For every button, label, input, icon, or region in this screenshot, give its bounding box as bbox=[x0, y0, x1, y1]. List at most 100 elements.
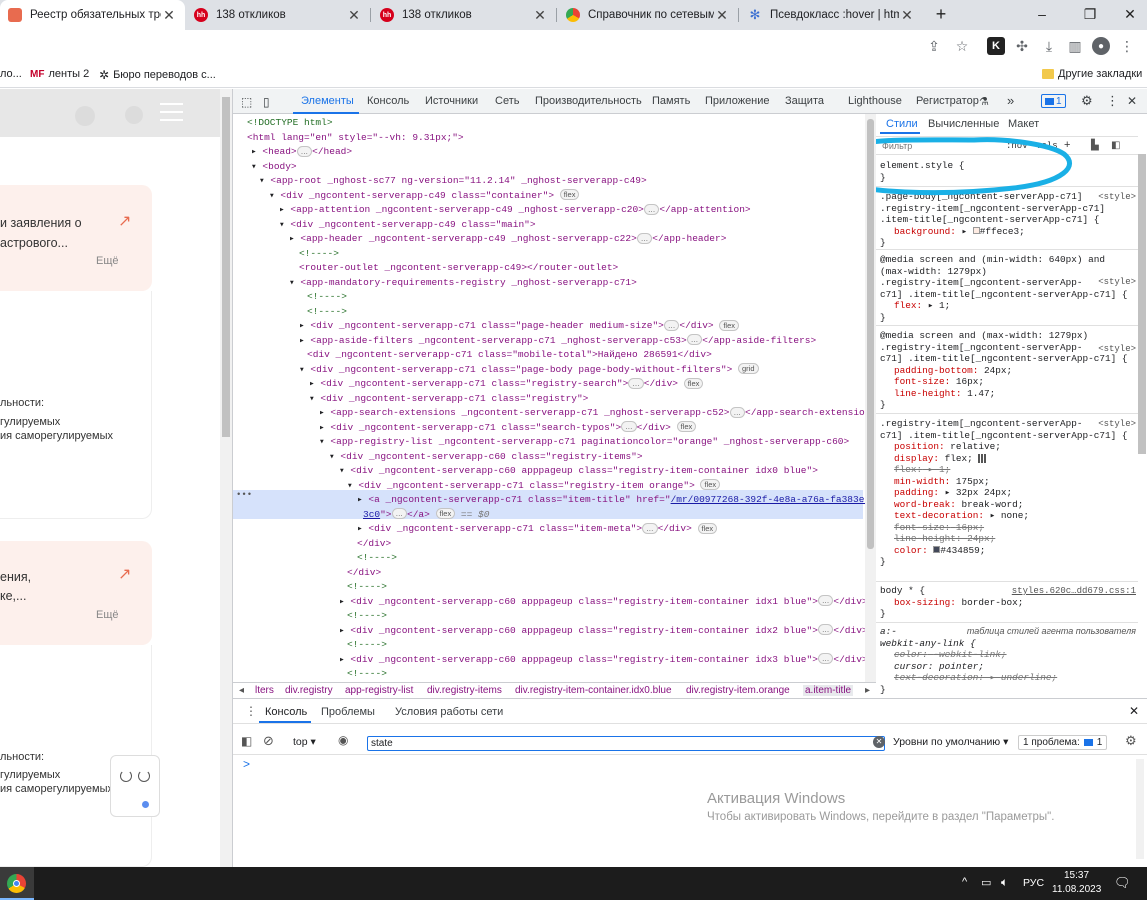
dom-node[interactable]: <div _ngcontent-serverapp-c49 class="mai… bbox=[290, 219, 535, 230]
css-value[interactable]: 16px; bbox=[956, 522, 984, 533]
drawer-tab-console[interactable]: Консоль bbox=[265, 706, 307, 718]
more-tabs-icon[interactable]: » bbox=[1007, 93, 1014, 108]
tab-elements[interactable]: Элементы bbox=[301, 95, 354, 107]
css-property[interactable]: min-width: bbox=[894, 476, 950, 487]
css-value[interactable]: 1.47; bbox=[967, 388, 995, 399]
volume-icon[interactable]: 🔈︎ bbox=[1001, 875, 1008, 890]
breadcrumb-item[interactable]: div.registry bbox=[285, 685, 333, 696]
dom-node[interactable]: <div _ngcontent-serverapp-c60 apppageup … bbox=[350, 625, 817, 636]
flex-badge[interactable]: flex bbox=[559, 189, 580, 201]
tab-network-reference[interactable]: Справочник по сетевым фу ✕ bbox=[558, 0, 738, 30]
extension-k-icon[interactable]: K bbox=[987, 37, 1005, 55]
close-window-button[interactable]: ✕ bbox=[1118, 4, 1142, 24]
css-property[interactable]: text-decoration: bbox=[894, 510, 984, 521]
restore-button[interactable]: ❐ bbox=[1078, 4, 1102, 24]
bookmark-item[interactable]: MF ленты 2 bbox=[30, 68, 89, 80]
input-language[interactable]: РУС bbox=[1023, 877, 1044, 889]
ellipsis-badge[interactable]: … bbox=[686, 334, 703, 346]
flex-badge[interactable]: flex bbox=[697, 522, 718, 534]
href-link[interactable]: 3c0 bbox=[363, 509, 380, 520]
device-toolbar-icon[interactable]: ▯ bbox=[263, 95, 270, 109]
side-panel-icon[interactable]: ▥ bbox=[1066, 37, 1084, 55]
dom-node[interactable]: <div _ngcontent-serverapp-c71 class="mob… bbox=[307, 349, 712, 360]
css-value[interactable]: #434859; bbox=[940, 545, 985, 556]
node-actions-ellipsis[interactable]: ••• bbox=[236, 490, 252, 500]
breadcrumb-item[interactable]: div.registry-item-container.idx0.blue bbox=[515, 685, 672, 696]
dom-comment[interactable]: <!----> bbox=[307, 291, 347, 302]
drawer-tab-network-conditions[interactable]: Условия работы сети bbox=[395, 706, 503, 718]
drawer-menu-icon[interactable]: ⋮ bbox=[245, 704, 257, 718]
devtools-menu-icon[interactable]: ⋮ bbox=[1106, 93, 1119, 109]
close-devtools-icon[interactable]: ✕ bbox=[1127, 94, 1137, 108]
issues-badge[interactable]: 1 bbox=[1041, 94, 1066, 108]
hamburger-menu-icon[interactable] bbox=[160, 103, 183, 105]
css-value[interactable]: pointer; bbox=[939, 661, 984, 672]
flex-badge[interactable]: flex bbox=[683, 377, 704, 389]
close-icon[interactable]: ✕ bbox=[899, 7, 915, 24]
bookmark-item[interactable]: ✲ Бюро переводов с... bbox=[99, 68, 216, 82]
breadcrumb-item[interactable]: app-registry-list bbox=[345, 685, 413, 696]
close-icon[interactable]: ✕ bbox=[532, 7, 548, 24]
drawer-tab-issues[interactable]: Проблемы bbox=[321, 706, 375, 718]
tab-lighthouse[interactable]: Lighthouse bbox=[848, 95, 902, 107]
ellipsis-badge[interactable]: … bbox=[296, 145, 313, 157]
card-title[interactable]: ке,... bbox=[0, 586, 26, 606]
ellipsis-badge[interactable]: … bbox=[817, 653, 834, 665]
dom-node[interactable]: <div _ngcontent-serverapp-c60 apppageup … bbox=[350, 596, 817, 607]
tray-chevron-up-icon[interactable]: ^ bbox=[962, 876, 967, 888]
assistant-mascot-widget[interactable] bbox=[110, 755, 160, 817]
breadcrumb-item-active[interactable]: a.item-title bbox=[803, 685, 854, 696]
more-link[interactable]: Ещё bbox=[96, 255, 119, 267]
card-title[interactable]: ения, bbox=[0, 567, 31, 587]
ellipsis-badge[interactable]: … bbox=[628, 377, 644, 389]
flex-badge[interactable]: flex bbox=[676, 421, 697, 433]
profile-avatar-icon[interactable]: ● bbox=[1092, 37, 1110, 55]
breadcrumb-scroll-right-icon[interactable]: ▸ bbox=[865, 685, 870, 696]
css-property-overridden[interactable]: font-size: bbox=[894, 522, 950, 533]
new-tab-button[interactable]: + bbox=[929, 4, 953, 24]
css-value[interactable]: none; bbox=[1001, 510, 1029, 521]
console-filter-input[interactable]: state bbox=[367, 736, 885, 751]
other-bookmarks[interactable]: Другие закладки bbox=[1042, 68, 1142, 80]
style-source-link[interactable]: <style> bbox=[1098, 277, 1136, 287]
css-property-overridden[interactable]: line-height: bbox=[894, 533, 962, 544]
issues-counter-button[interactable]: 1 проблема: 1 bbox=[1018, 735, 1108, 750]
user-agent-style-rule[interactable]: a:- webkit-any-link { color: -webkit-lin… bbox=[880, 626, 1057, 695]
css-property[interactable]: position: bbox=[894, 441, 945, 452]
style-rule[interactable]: @media screen and (max-width: 1279px) .r… bbox=[880, 330, 1128, 411]
clock-time[interactable]: 15:37 bbox=[1064, 870, 1089, 881]
dom-comment[interactable]: <!----> bbox=[357, 552, 397, 563]
settings-gear-icon[interactable]: ⚙ bbox=[1081, 93, 1093, 109]
dom-comment[interactable]: <!----> bbox=[307, 306, 347, 317]
sidebar-toggle-icon[interactable]: ◧ bbox=[241, 734, 252, 748]
notifications-icon[interactable]: 🗨︎ bbox=[1114, 875, 1131, 891]
dom-node[interactable]: <div _ngcontent-serverapp-c60 class="reg… bbox=[340, 451, 642, 462]
flex-badge[interactable]: flex bbox=[435, 508, 456, 520]
dom-node-selected[interactable]: <a _ngcontent-serverapp-c71 class="item-… bbox=[368, 494, 670, 505]
dom-node[interactable]: <div _ngcontent-serverapp-c71 class="pag… bbox=[310, 364, 732, 375]
dom-comment[interactable]: <!----> bbox=[347, 610, 387, 621]
dom-node[interactable]: <div _ngcontent-serverapp-c49 class="con… bbox=[280, 190, 554, 201]
style-source-link[interactable]: <style> bbox=[1098, 419, 1136, 429]
css-property-overridden[interactable]: flex: bbox=[894, 464, 922, 475]
arrow-up-right-icon[interactable]: ↗ bbox=[118, 564, 131, 584]
dom-node[interactable]: <div _ngcontent-serverapp-c71 class="reg… bbox=[320, 378, 628, 389]
tab-security[interactable]: Защита bbox=[785, 95, 824, 107]
tab-hh-1[interactable]: hh 138 откликов ✕ bbox=[186, 0, 370, 30]
tab-registry[interactable]: Реестр обязательных требов ✕ bbox=[0, 0, 185, 30]
css-property[interactable]: font-size: bbox=[894, 376, 950, 387]
styles-scrollbar-thumb[interactable] bbox=[1138, 154, 1146, 454]
tab-memory[interactable]: Память bbox=[652, 95, 690, 107]
css-property[interactable]: display: bbox=[894, 453, 939, 464]
dom-node[interactable]: <div _ngcontent-serverapp-c71 class="ite… bbox=[368, 523, 642, 534]
style-rule[interactable]: .registry-item[_ngcontent-serverApp- c71… bbox=[880, 418, 1128, 568]
style-source-link[interactable]: styles.620c…dd679.css:1 bbox=[1012, 586, 1136, 596]
breadcrumb-item[interactable]: div.registry-item.orange bbox=[686, 685, 790, 696]
dom-node[interactable]: <app-root _nghost-sc77 ng-version="11.2.… bbox=[270, 175, 646, 186]
css-property[interactable]: flex: bbox=[894, 300, 922, 311]
css-value[interactable]: break-word; bbox=[962, 499, 1024, 510]
css-property[interactable]: background: bbox=[894, 226, 956, 237]
live-expression-eye-icon[interactable]: ◉ bbox=[338, 733, 348, 747]
download-icon[interactable]: ⤓ bbox=[1040, 37, 1058, 55]
inspect-element-icon[interactable]: ⬚ bbox=[241, 95, 252, 109]
